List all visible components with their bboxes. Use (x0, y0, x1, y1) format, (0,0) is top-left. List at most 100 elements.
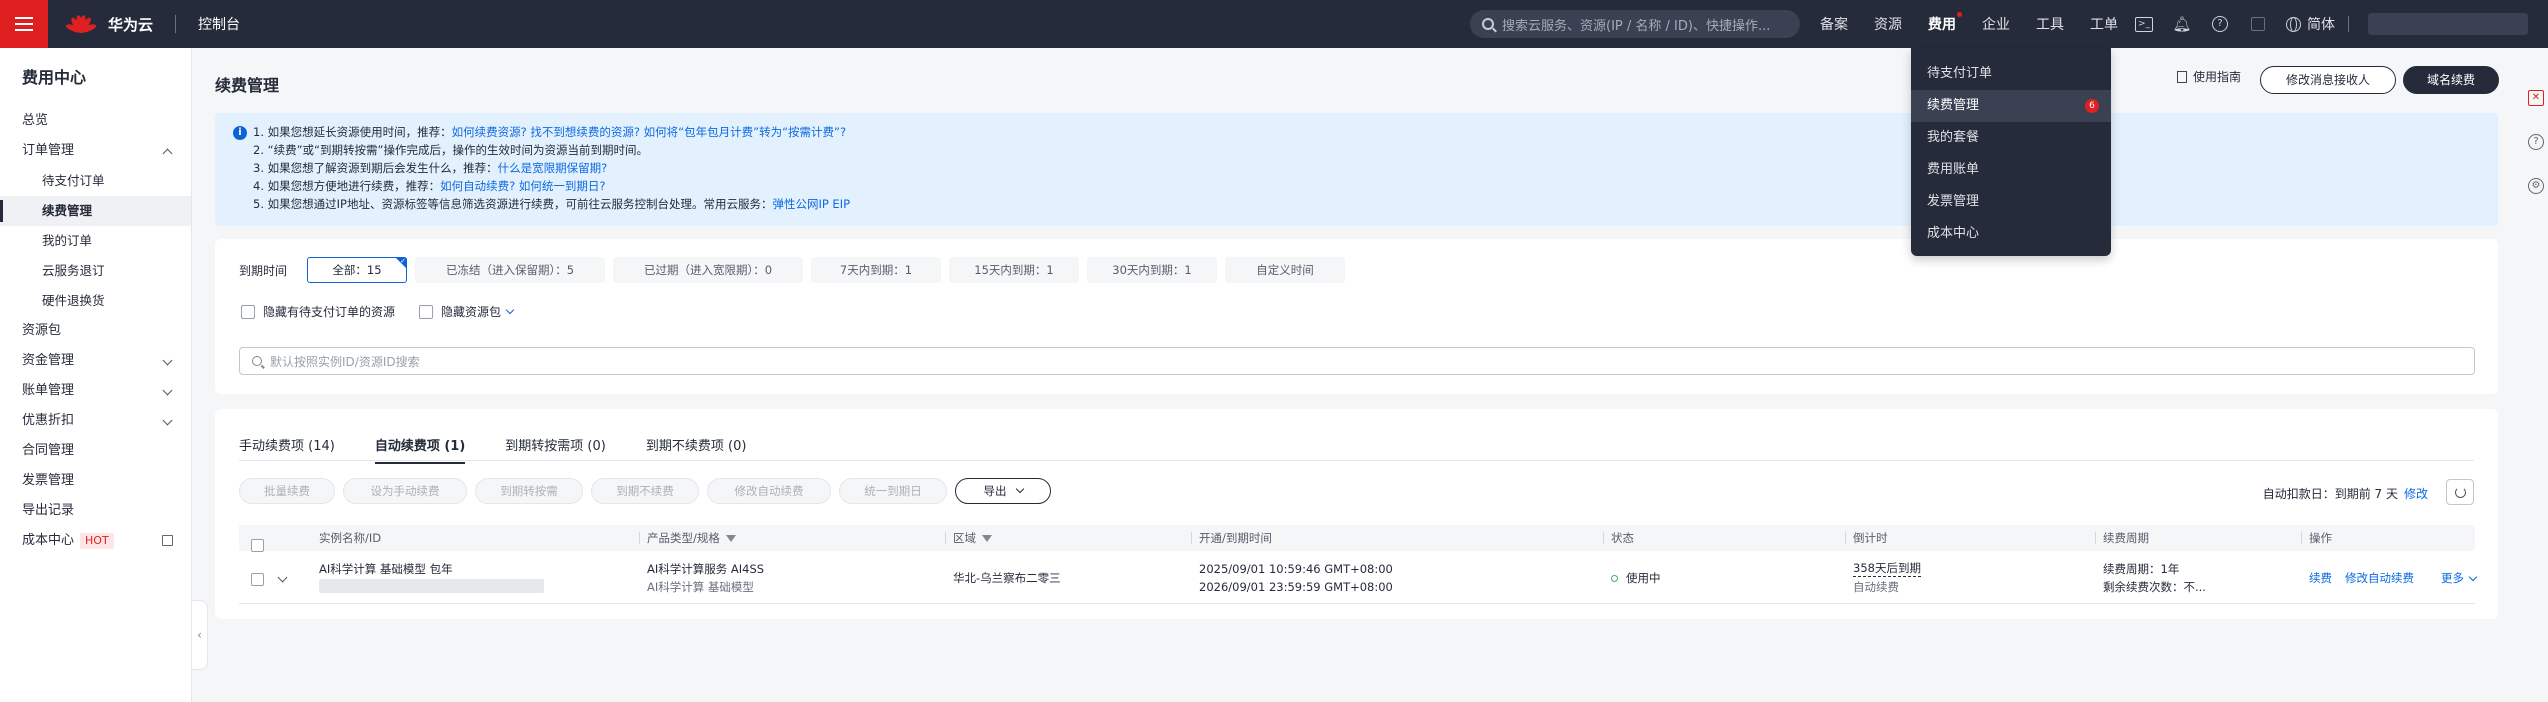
nav-resources[interactable]: 资源 (1874, 14, 1902, 34)
filter-chip-7days[interactable]: 7天内到期：1 (811, 257, 941, 283)
sidebar-item-discount[interactable]: 优惠折扣 (0, 406, 191, 436)
refresh-icon (2454, 486, 2466, 498)
modify-auto-renew-link[interactable]: 修改自动续费 (2345, 569, 2414, 587)
sidebar-item-order-mgmt[interactable]: 订单管理 (0, 136, 191, 166)
notice-link[interactable]: 如何自动续费? 如何统一到期日? (440, 179, 605, 193)
top-nav: 备案 资源 费用 企业 工具 工单 (1820, 0, 2144, 48)
account-menu[interactable] (2368, 13, 2528, 35)
promo-icon[interactable]: ✕ (2528, 90, 2544, 106)
col-product[interactable]: 产品类型/规格 (639, 525, 736, 551)
sidebar-item-cost-center[interactable]: 成本中心 HOT (0, 526, 191, 556)
top-bar: 华为云 控制台 搜索云服务、资源(IP / 名称 / ID)、快捷操作... 备… (0, 0, 2548, 48)
batch-renew-button[interactable]: 批量续费 (239, 478, 335, 504)
unify-expiry-button[interactable]: 统一到期日 (839, 478, 947, 504)
to-ondemand-button[interactable]: 到期转按需 (475, 478, 583, 504)
sidebar-item-contract[interactable]: 合同管理 (0, 436, 191, 466)
sidebar-item-export[interactable]: 导出记录 (0, 496, 191, 526)
chevron-down-icon[interactable] (505, 305, 515, 314)
chevron-down-icon (162, 415, 173, 426)
menu-item-packages[interactable]: 我的套餐 (1911, 122, 2111, 154)
filter-chip-all[interactable]: 全部：15 (307, 249, 407, 283)
hot-badge: HOT (80, 533, 114, 549)
sidebar-item-fund-mgmt[interactable]: 资金管理 (0, 346, 191, 376)
notice-link[interactable]: 如何续费资源? 找不到想续费的资源? 如何将“包年包月计费”转为“按需计费”? (452, 125, 846, 139)
sidebar-item-invoice[interactable]: 发票管理 (0, 466, 191, 496)
notice-line: 2. “续费”或“到期转按需”操作完成后，操作的生效时间为资源当前到期时间。 (253, 143, 648, 157)
nav-tickets[interactable]: 工单 (2090, 14, 2118, 34)
menu-item-renewal[interactable]: 续费管理 6 (1911, 90, 2111, 122)
console-link[interactable]: 控制台 (198, 14, 240, 34)
cloud-shell-button[interactable]: >_ (2134, 14, 2154, 34)
filter-chip-30days[interactable]: 30天内到期：1 (1087, 257, 1217, 283)
countdown-sub: 自动续费 (1853, 580, 1899, 594)
sidebar-item-pending-orders[interactable]: 待支付订单 (0, 166, 191, 196)
row-expand-button[interactable] (277, 568, 288, 586)
user-guide-link[interactable]: 使用指南 (2177, 69, 2241, 85)
resource-search-input[interactable]: 默认按照实例ID/资源ID搜索 (239, 347, 2475, 375)
renew-link[interactable]: 续费 (2309, 569, 2332, 587)
no-renew-button[interactable]: 到期不续费 (591, 478, 699, 504)
menu-toggle-button[interactable] (0, 0, 48, 48)
language-switch[interactable]: 简体 (2286, 14, 2335, 34)
huawei-logo[interactable]: 华为云 (66, 9, 153, 39)
settings-icon[interactable]: ⚙ (2528, 178, 2544, 194)
sidebar-item-overview[interactable]: 总览 (0, 106, 191, 136)
info-icon: i (233, 126, 247, 140)
row-checkbox[interactable] (251, 570, 264, 588)
sidebar-item-package[interactable]: 资源包 (0, 316, 191, 346)
help-icon[interactable]: ? (2528, 134, 2544, 150)
notification-button[interactable]: 🔔︎ (2172, 14, 2192, 34)
refresh-button[interactable] (2446, 479, 2474, 505)
nav-tools[interactable]: 工具 (2036, 14, 2064, 34)
end-time: 2026/09/01 23:59:59 GMT+08:00 (1199, 580, 1393, 594)
menu-item-cost-center[interactable]: 成本中心 (1911, 218, 2111, 250)
sidebar-item-bill-mgmt[interactable]: 账单管理 (0, 376, 191, 406)
global-search-input[interactable]: 搜索云服务、资源(IP / 名称 / ID)、快捷操作... (1470, 10, 1800, 38)
filter-chip-expired[interactable]: 已过期（进入宽限期）：0 (613, 257, 803, 283)
notice-text: 5. 如果您想通过IP地址、资源标签等信息筛选资源进行续费，可前往云服务控制台处… (253, 197, 773, 211)
filter-chip-custom[interactable]: 自定义时间 (1225, 257, 1345, 283)
hide-pending-checkbox[interactable] (241, 304, 255, 319)
set-manual-button[interactable]: 设为手动续费 (343, 478, 467, 504)
sidebar-item-my-orders[interactable]: 我的订单 (0, 226, 191, 256)
menu-item-invoices[interactable]: 发票管理 (1911, 186, 2111, 218)
filter-chip-15days[interactable]: 15天内到期：1 (949, 257, 1079, 283)
countdown[interactable]: 358天后到期 (1853, 560, 1921, 577)
sidebar-item-label: 优惠折扣 (22, 413, 75, 428)
chevron-down-icon (277, 572, 288, 583)
hide-package-checkbox[interactable] (419, 304, 434, 319)
hamburger-icon (15, 17, 33, 31)
notice-text: 3. 如果您想了解资源到期后会发生什么，推荐： (253, 161, 498, 175)
notice-link[interactable]: 什么是宽限期保留期? (498, 161, 608, 175)
modify-receiver-button[interactable]: 修改消息接收人 (2260, 66, 2396, 94)
right-rail: ✕ ? ⚙ (2528, 90, 2548, 222)
more-menu[interactable]: 更多 (2441, 569, 2478, 587)
export-button[interactable]: 导出 (955, 478, 1051, 504)
sidebar-item-cloud-return[interactable]: 云服务退订 (0, 256, 191, 286)
huawei-flower-icon (66, 15, 96, 33)
divider (239, 460, 2474, 461)
global-search-placeholder: 搜索云服务、资源(IP / 名称 / ID)、快捷操作... (1502, 18, 1771, 34)
sidebar-collapse-button[interactable]: ‹ (192, 600, 208, 670)
sidebar-item-hw-return[interactable]: 硬件退换货 (0, 286, 191, 316)
chevron-down-icon (162, 385, 173, 396)
sidebar-title: 费用中心 (22, 68, 87, 87)
nav-filing[interactable]: 备案 (1820, 14, 1848, 34)
menu-item-bills[interactable]: 费用账单 (1911, 154, 2111, 186)
notice-link[interactable]: 弹性公网IP EIP (772, 197, 850, 211)
sidebar-item-label: 资金管理 (22, 353, 75, 368)
help-button[interactable]: ? (2210, 14, 2230, 34)
chevron-down-icon (1015, 484, 1024, 494)
nav-billing[interactable]: 费用 (1928, 12, 1962, 34)
feedback-button[interactable] (2248, 14, 2268, 34)
menu-item-pending-orders[interactable]: 待支付订单 (1911, 58, 2111, 90)
modify-deduct-link[interactable]: 修改 (2404, 487, 2428, 501)
filter-chip-frozen[interactable]: 已冻结（进入保留期）：5 (415, 257, 605, 283)
domain-renew-button[interactable]: 域名续费 (2403, 66, 2499, 94)
col-region[interactable]: 区域 (945, 525, 992, 551)
notice-line: 4. 如果您想方便地进行续费，推荐：如何自动续费? 如何统一到期日? (253, 177, 2498, 195)
sidebar-item-renewal-mgmt[interactable]: 续费管理 (0, 196, 191, 226)
nav-enterprise[interactable]: 企业 (1982, 14, 2010, 34)
modify-auto-renew-button[interactable]: 修改自动续费 (707, 478, 831, 504)
table-toolbar: 批量续费 设为手动续费 到期转按需 到期不续费 修改自动续费 统一到期日 导出 (239, 478, 1059, 504)
